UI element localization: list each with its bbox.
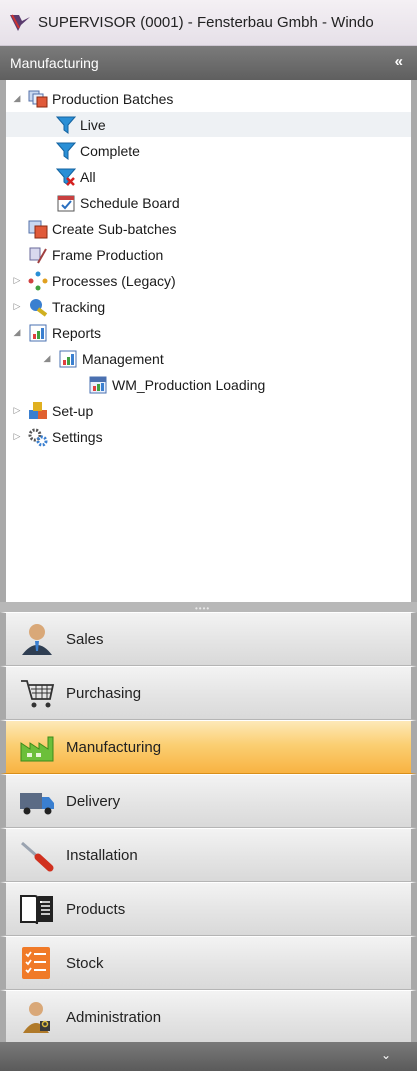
nav-products-button[interactable]: Products <box>0 882 417 936</box>
tree-item-live[interactable]: Live <box>6 112 411 137</box>
nav-label: Sales <box>66 630 104 648</box>
panel-splitter[interactable]: •••• <box>0 602 417 613</box>
calendar-icon <box>57 195 75 211</box>
tree-item-complete[interactable]: Complete <box>56 138 140 163</box>
panel-header: Manufacturing « <box>0 46 417 80</box>
batches-icon <box>28 90 48 107</box>
nav-manufacturing-button[interactable]: Manufacturing <box>0 720 417 774</box>
nav-label: Products <box>66 900 126 918</box>
sales-icon <box>22 624 52 655</box>
tree-item-label: Tracking <box>52 298 106 315</box>
tree-item-wm-production-loading[interactable]: WM_Production Loading <box>88 372 265 397</box>
filter-x-icon <box>56 168 76 186</box>
nav-sales-button[interactable]: Sales <box>0 612 417 666</box>
factory-icon <box>20 736 54 762</box>
tree-item-settings[interactable]: ▷ Settings <box>12 424 103 449</box>
setup-icon <box>29 401 47 419</box>
frame-icon <box>29 247 47 263</box>
report-icon <box>89 376 107 393</box>
nav-footer: ⌄ <box>0 1042 417 1071</box>
tree-item-create-sub-batches[interactable]: Create Sub-batches <box>28 216 177 241</box>
book-icon <box>20 895 53 925</box>
tree-item-reports[interactable]: ◢ Reports <box>12 320 101 345</box>
filter-icon <box>56 142 76 160</box>
nav-purchasing-button[interactable]: Purchasing <box>0 666 417 720</box>
report-icon <box>29 324 47 341</box>
tree-item-label: Live <box>80 116 106 133</box>
processes-icon <box>28 271 48 290</box>
tree-item-management[interactable]: ◢ Management <box>42 346 164 371</box>
report-icon <box>59 350 77 367</box>
admin-icon <box>23 1002 50 1033</box>
screwdriver-icon <box>21 841 54 872</box>
tree-item-label: All <box>80 168 96 185</box>
expanded-arrow-icon[interactable]: ◢ <box>12 93 22 104</box>
window-title: SUPERVISOR (0001) - Fensterbau Gmbh - Wi… <box>38 14 374 31</box>
expanded-arrow-icon[interactable]: ◢ <box>42 353 52 364</box>
collapsed-arrow-icon[interactable]: ▷ <box>12 405 22 416</box>
cart-icon <box>21 680 55 708</box>
tree-item-tracking[interactable]: ▷ Tracking <box>12 294 105 319</box>
nav-delivery-button[interactable]: Delivery <box>0 774 417 828</box>
tree-item-label: Create Sub-batches <box>52 220 177 237</box>
batches-icon <box>28 220 48 238</box>
filter-icon <box>56 116 76 134</box>
settings-icon <box>28 428 48 446</box>
tree-item-setup[interactable]: ▷ Set-up <box>12 398 93 423</box>
tree-item-label: WM_Production Loading <box>112 376 266 393</box>
navigation-tree: ◢ Production Batches Live Complete All S… <box>0 80 417 602</box>
tree-item-production-batches[interactable]: ◢ Production Batches <box>12 86 173 111</box>
nav-stock-button[interactable]: Stock <box>0 936 417 990</box>
window-titlebar: SUPERVISOR (0001) - Fensterbau Gmbh - Wi… <box>0 0 417 46</box>
nav-label: Installation <box>66 846 138 864</box>
tree-item-label: Processes (Legacy) <box>52 272 176 289</box>
collapsed-arrow-icon[interactable]: ▷ <box>12 275 22 286</box>
chevron-down-icon[interactable]: ⌄ <box>381 1048 391 1062</box>
nav-label: Purchasing <box>66 684 142 702</box>
collapsed-arrow-icon[interactable]: ▷ <box>12 431 22 442</box>
tree-item-all[interactable]: All <box>56 164 96 189</box>
tree-item-schedule-board[interactable]: Schedule Board <box>56 190 180 215</box>
nav-label: Delivery <box>66 792 121 810</box>
tree-item-label: Production Batches <box>52 90 174 107</box>
tree-item-label: Frame Production <box>52 246 164 263</box>
nav-label: Administration <box>66 1008 162 1026</box>
app-logo-icon <box>10 14 30 31</box>
nav-administration-button[interactable]: Administration <box>0 990 417 1044</box>
tree-item-label: Management <box>82 350 164 367</box>
collapsed-arrow-icon[interactable]: ▷ <box>12 301 22 312</box>
tree-item-processes-legacy[interactable]: ▷ Processes (Legacy) <box>12 268 176 293</box>
nav-label: Stock <box>66 954 104 972</box>
tree-item-label: Set-up <box>52 402 94 419</box>
nav-label: Manufacturing <box>66 738 162 756</box>
tree-item-label: Reports <box>52 324 102 341</box>
tree-item-label: Settings <box>52 428 103 445</box>
tracking-icon <box>30 298 48 317</box>
checklist-icon <box>22 947 50 979</box>
expanded-arrow-icon[interactable]: ◢ <box>12 327 22 338</box>
tree-item-label: Schedule Board <box>80 194 180 211</box>
truck-icon <box>20 793 54 815</box>
tree-item-frame-production[interactable]: Frame Production <box>28 242 163 267</box>
nav-installation-button[interactable]: Installation <box>0 828 417 882</box>
tree-item-label: Complete <box>80 142 140 159</box>
panel-title: Manufacturing <box>10 55 99 71</box>
collapse-panel-button[interactable]: « <box>395 53 403 70</box>
